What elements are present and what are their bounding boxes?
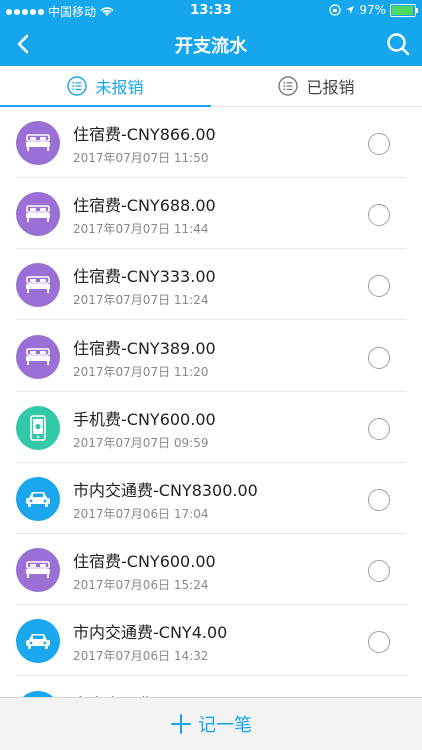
select-radio[interactable] bbox=[368, 346, 390, 369]
expense-list-item[interactable]: 住宿费-CNY866.00 2017年07月07日 11:50 bbox=[0, 107, 422, 178]
expense-list-item[interactable]: 住宿费-CNY389.00 2017年07月07日 11:20 bbox=[0, 321, 422, 392]
page-title: 开支流水 bbox=[175, 36, 247, 57]
status-bar: 中国移动 13:33 97% bbox=[0, 0, 422, 22]
list-icon bbox=[278, 76, 299, 96]
expense-time: 2017年07月06日 14:32 bbox=[73, 649, 209, 664]
tab-bar: 未报销 已报销 bbox=[0, 66, 422, 107]
expense-title: 手机费-CNY600.00 bbox=[73, 409, 216, 429]
expense-time: 2017年07月07日 11:50 bbox=[73, 151, 209, 165]
expense-list-item[interactable]: 住宿费-CNY688.00 2017年07月07日 11:44 bbox=[0, 178, 422, 250]
expense-title: 市内交通费-CNY4.00 bbox=[73, 623, 228, 643]
select-radio[interactable] bbox=[368, 489, 390, 511]
search-icon[interactable] bbox=[384, 30, 412, 58]
expense-title: 市内交通费-CNY8300.00 bbox=[73, 481, 258, 500]
tab-reimbursed-label: 已报销 bbox=[306, 78, 355, 97]
plus-icon bbox=[171, 714, 191, 734]
expense-time: 2017年07月07日 11:44 bbox=[73, 222, 209, 237]
phone-icon bbox=[16, 405, 60, 450]
expense-list-item[interactable]: 住宿费-CNY600.00 2017年07月06日 15:24 bbox=[0, 534, 422, 606]
select-radio[interactable] bbox=[368, 560, 390, 583]
bed-icon bbox=[16, 263, 60, 308]
expense-time: 2017年07月07日 09:59 bbox=[73, 435, 209, 450]
status-right: 97% bbox=[329, 3, 418, 17]
select-radio[interactable] bbox=[368, 631, 390, 654]
expense-list-item[interactable]: 住宿费-CNY333.00 2017年07月07日 11:24 bbox=[0, 249, 422, 321]
expense-list-item[interactable]: 市内交通费-CNY8300.00 2017年07月06日 17:04 bbox=[0, 463, 422, 534]
expense-title: 住宿费-CNY688.00 bbox=[73, 196, 216, 216]
tab-unreimbursed[interactable]: 未报销 bbox=[0, 66, 211, 107]
car-icon bbox=[16, 477, 60, 521]
car-icon bbox=[16, 619, 60, 664]
bed-icon bbox=[16, 548, 60, 593]
expense-time: 2017年07月06日 15:24 bbox=[73, 578, 209, 593]
expense-title: 住宿费-CNY866.00 bbox=[73, 125, 216, 144]
rotation-lock-icon bbox=[329, 4, 341, 16]
bed-icon bbox=[16, 192, 60, 237]
navigation-bar: 开支流水 bbox=[0, 22, 422, 66]
expense-title: 住宿费-CNY389.00 bbox=[73, 338, 216, 358]
expense-time: 2017年07月06日 17:04 bbox=[73, 507, 209, 521]
battery-percent: 97% bbox=[359, 3, 386, 17]
bed-icon bbox=[16, 334, 60, 379]
bed-icon bbox=[16, 121, 60, 165]
expense-time: 2017年07月07日 11:20 bbox=[73, 364, 209, 379]
tab-unreimbursed-label: 未报销 bbox=[95, 78, 144, 97]
battery-icon bbox=[390, 3, 418, 17]
expense-list-item[interactable]: 市内交通费-CNY4.00 2017年07月06日 14:32 bbox=[0, 605, 422, 677]
select-radio[interactable] bbox=[368, 275, 390, 298]
add-record-button[interactable]: 记一笔 bbox=[0, 697, 422, 750]
select-radio[interactable] bbox=[368, 417, 390, 440]
location-icon bbox=[346, 6, 355, 14]
select-radio[interactable] bbox=[368, 204, 390, 227]
add-record-label: 记一笔 bbox=[198, 715, 252, 736]
expense-title: 住宿费-CNY333.00 bbox=[73, 267, 216, 287]
select-radio[interactable] bbox=[368, 133, 390, 155]
expense-title: 住宿费-CNY600.00 bbox=[73, 552, 216, 572]
expense-list: 住宿费-CNY866.00 2017年07月07日 11:50 住宿费-CNY688… bbox=[0, 107, 422, 700]
expense-list-item[interactable]: 手机费-CNY600.00 2017年07月07日 09:59 bbox=[0, 392, 422, 463]
tab-reimbursed[interactable]: 已报销 bbox=[211, 66, 422, 106]
expense-time: 2017年07月07日 11:24 bbox=[73, 293, 209, 308]
list-icon bbox=[67, 76, 88, 96]
